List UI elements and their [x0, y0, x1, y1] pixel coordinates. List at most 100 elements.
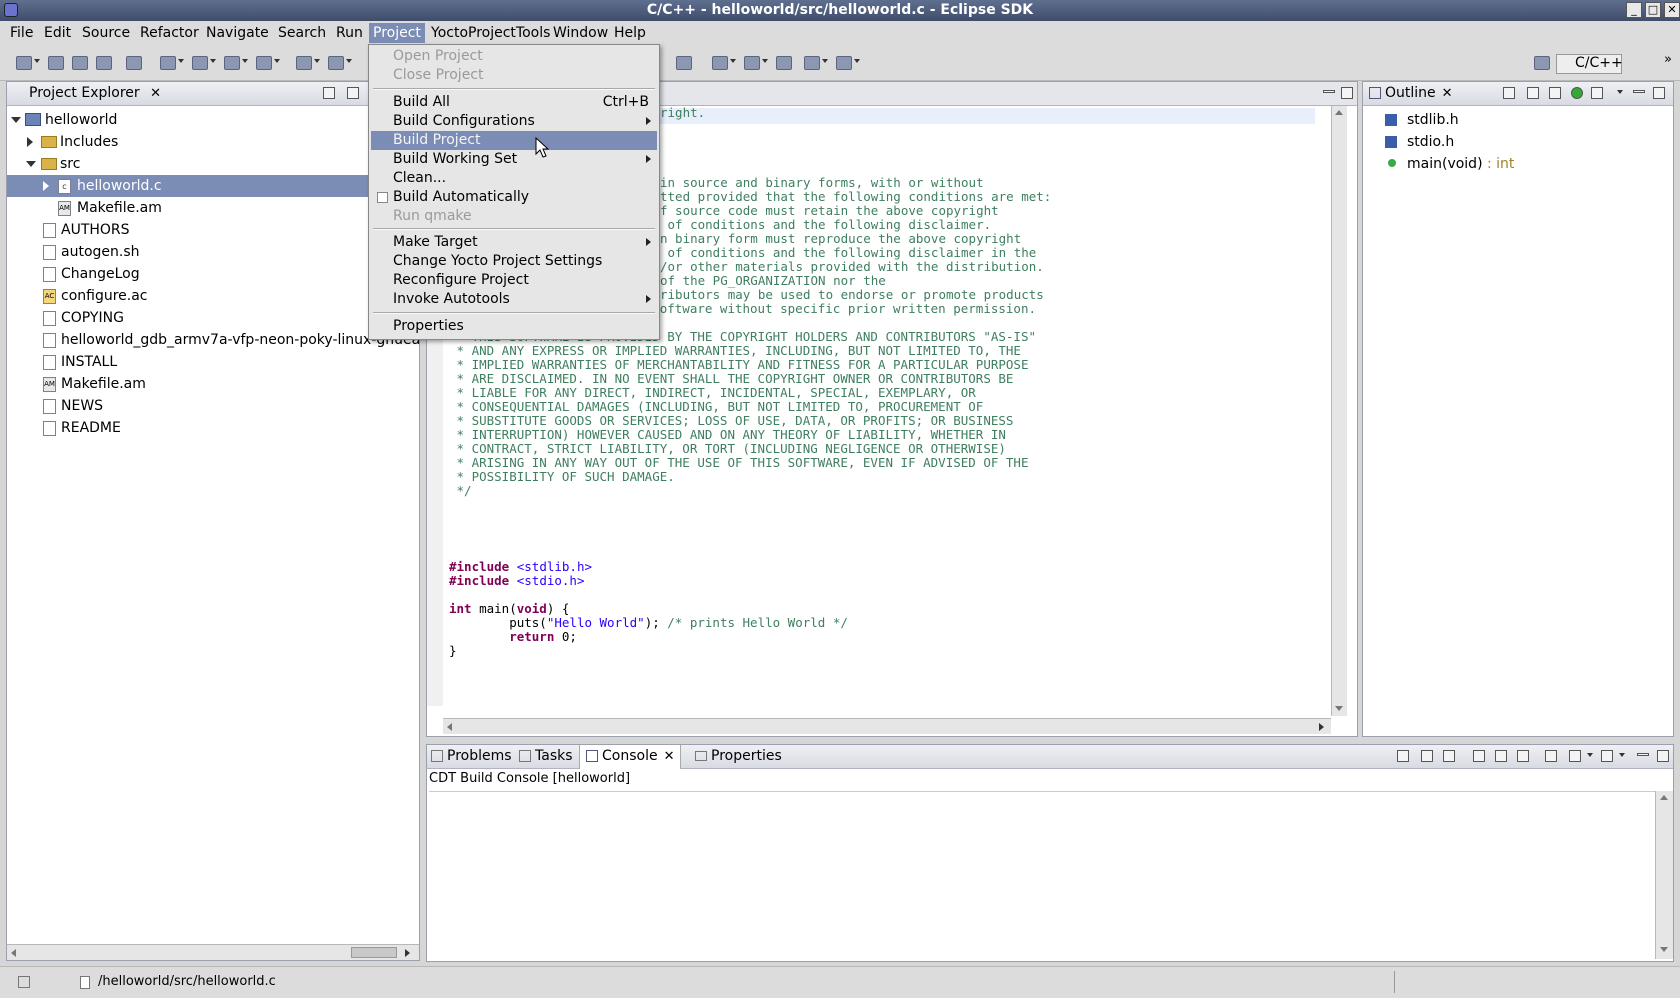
scroll-down-icon[interactable]: [1335, 706, 1343, 711]
menu-item-build-configurations[interactable]: Build Configurations: [371, 112, 657, 131]
menu-item-build-all[interactable]: Build All Ctrl+B: [371, 93, 657, 112]
tab-properties[interactable]: Properties: [695, 748, 782, 764]
tree-item-makefile-am[interactable]: AM Makefile.am: [7, 373, 419, 395]
menu-item-build-working-set[interactable]: Build Working Set: [371, 150, 657, 169]
menu-yoctoprojecttools[interactable]: YoctoProjectTools: [431, 25, 550, 41]
hammer-dropdown-icon[interactable]: [314, 59, 320, 63]
maximize-button[interactable]: □: [1645, 2, 1661, 18]
close-icon[interactable]: ✕: [150, 86, 161, 101]
next-error-icon[interactable]: [1397, 750, 1409, 762]
hide-fields-icon[interactable]: [1527, 87, 1539, 99]
copy-console-icon[interactable]: [1517, 750, 1529, 762]
tree-item-news[interactable]: NEWS: [7, 395, 419, 417]
link-with-editor-icon[interactable]: [347, 87, 359, 99]
refresh-dropdown-icon[interactable]: [274, 59, 280, 63]
refresh-icon[interactable]: [256, 56, 272, 70]
hide-non-public-icon[interactable]: [1571, 87, 1583, 99]
maximize-icon[interactable]: [1657, 750, 1669, 762]
menu-item-change-yocto-settings[interactable]: Change Yocto Project Settings: [371, 252, 657, 271]
scroll-down-icon[interactable]: [1660, 947, 1668, 952]
menu-refactor[interactable]: Refactor: [140, 25, 199, 41]
previous-error-icon[interactable]: [1421, 750, 1433, 762]
new-folder-dropdown-icon[interactable]: [210, 59, 216, 63]
new-class-icon[interactable]: [224, 56, 240, 70]
expand-icon[interactable]: [26, 161, 36, 167]
menu-help[interactable]: Help: [614, 25, 646, 41]
display-console-icon[interactable]: [1569, 750, 1581, 762]
expand-icon[interactable]: [11, 117, 21, 123]
close-icon[interactable]: ✕: [664, 749, 675, 764]
debug-icon[interactable]: [328, 56, 344, 70]
new-project-icon[interactable]: [160, 56, 176, 70]
scroll-left-icon[interactable]: [11, 949, 16, 957]
tree-item-includes[interactable]: Includes: [7, 131, 419, 153]
console-output[interactable]: [429, 791, 1655, 959]
scroll-thumb[interactable]: [351, 947, 397, 958]
tree-item-configure-ac[interactable]: AC configure.ac: [7, 285, 419, 307]
menu-source[interactable]: Source: [82, 25, 130, 41]
menu-item-make-target[interactable]: Make Target: [371, 233, 657, 252]
minimize-icon[interactable]: [1633, 90, 1645, 93]
tree-item-install[interactable]: INSTALL: [7, 351, 419, 373]
collapse-all-icon[interactable]: [323, 87, 335, 99]
menu-file[interactable]: File: [10, 25, 33, 41]
new-icon[interactable]: [16, 56, 32, 70]
scroll-right-icon[interactable]: [1319, 723, 1324, 731]
close-window-button[interactable]: ✕: [1664, 2, 1680, 18]
outline-item-stdio[interactable]: stdio.h: [1407, 131, 1454, 153]
editor-vertical-scrollbar[interactable]: [1331, 106, 1347, 716]
console-vertical-scrollbar[interactable]: [1655, 791, 1673, 959]
tree-item-helloworld[interactable]: helloworld: [7, 109, 419, 131]
tree-item-src[interactable]: src: [7, 153, 419, 175]
maximize-icon[interactable]: [1653, 87, 1665, 99]
menu-item-invoke-autotools[interactable]: Invoke Autotools: [371, 290, 657, 309]
new-project-dropdown-icon[interactable]: [178, 59, 184, 63]
menu-item-properties[interactable]: Properties: [371, 317, 657, 336]
menu-item-build-automatically[interactable]: Build Automatically: [371, 188, 657, 207]
back-dropdown-icon[interactable]: [822, 59, 828, 63]
clear-console-icon[interactable]: [1495, 750, 1507, 762]
last-edit-icon[interactable]: [776, 56, 792, 70]
maximize-icon[interactable]: [1341, 87, 1353, 99]
menu-edit[interactable]: Edit: [44, 25, 71, 41]
back-icon[interactable]: [804, 56, 820, 70]
forward-icon[interactable]: [836, 56, 852, 70]
collapse-icon[interactable]: [43, 181, 49, 191]
checkbox-icon[interactable]: [377, 192, 388, 203]
tree-item-authors[interactable]: AUTHORS: [7, 219, 419, 241]
tree-item-helloworld-c[interactable]: c helloworld.c: [7, 175, 419, 197]
tab-problems[interactable]: Problems: [431, 748, 512, 764]
forward-dropdown-icon[interactable]: [854, 59, 860, 63]
outline-item-main[interactable]: main(void) : int: [1407, 153, 1514, 175]
tab-tasks[interactable]: Tasks: [519, 748, 573, 764]
fast-view-icon[interactable]: [18, 976, 30, 988]
menu-search[interactable]: Search: [278, 25, 326, 41]
new-class-dropdown-icon[interactable]: [242, 59, 248, 63]
editor-horizontal-scrollbar[interactable]: [443, 718, 1331, 734]
outline-tab[interactable]: Outline ✕: [1369, 85, 1453, 101]
sort-icon[interactable]: [1503, 87, 1515, 99]
next-annotation-dropdown-icon[interactable]: [730, 59, 736, 63]
search-icon[interactable]: [676, 56, 692, 70]
save-icon[interactable]: [48, 56, 64, 70]
scroll-up-icon[interactable]: [1660, 795, 1668, 800]
tab-console[interactable]: Console ✕: [579, 745, 682, 769]
more-perspectives-icon[interactable]: »: [1664, 52, 1672, 67]
menu-navigate[interactable]: Navigate: [206, 25, 269, 41]
menu-window[interactable]: Window: [553, 25, 608, 41]
tree-item-launch-file[interactable]: helloworld_gdb_armv7a-vfp-neon-poky-linu…: [7, 329, 419, 351]
hide-macros-icon[interactable]: [1591, 87, 1603, 99]
menu-project[interactable]: Project: [369, 23, 425, 43]
tree-item-copying[interactable]: COPYING: [7, 307, 419, 329]
menu-item-build-project[interactable]: Build Project: [371, 131, 657, 150]
open-console-icon[interactable]: [1601, 750, 1613, 762]
new-folder-icon[interactable]: [192, 56, 208, 70]
minimize-icon[interactable]: [1637, 753, 1649, 756]
close-icon[interactable]: ✕: [1442, 86, 1453, 101]
minimize-icon[interactable]: [1323, 90, 1335, 93]
minimize-button[interactable]: _: [1626, 2, 1642, 18]
tree-item-readme[interactable]: README: [7, 417, 419, 439]
debug-dropdown-icon[interactable]: [346, 59, 352, 63]
link-console-icon[interactable]: [1443, 750, 1455, 762]
open-perspective-icon[interactable]: [1534, 56, 1550, 70]
